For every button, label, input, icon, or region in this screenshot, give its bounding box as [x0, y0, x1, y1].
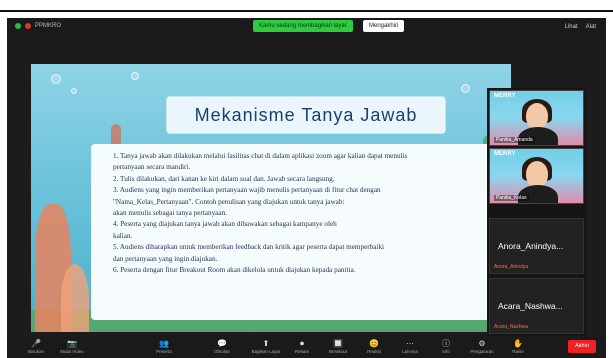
info-icon: ⓘ [442, 339, 450, 348]
bubble-decoration [51, 74, 61, 84]
sharing-banner: Kamu sedang membagikan layar [253, 20, 353, 32]
participant-name: Acara_Nashwa [494, 324, 528, 330]
breakout-button[interactable]: 🔲 Breakout [323, 339, 353, 357]
participant-tile[interactable]: MERRY Panitia_Amanda [489, 90, 584, 146]
raise-hand-button[interactable]: ✋ Raise [503, 339, 533, 357]
end-meeting-button[interactable]: Akhiri [568, 340, 596, 353]
slide-line: kalian. [113, 231, 133, 240]
participant-tile[interactable]: Anora_Anindya... Anora_Anindya [489, 218, 584, 274]
mute-button[interactable]: 🎤 Bisukan [21, 339, 51, 357]
slide-line: 2. Tulis dilakukan, dari kanan ke kiri d… [113, 174, 335, 183]
slide-line: "Nama_Kelas_Pertanyaan". Contoh penulisa… [113, 197, 345, 206]
share-screen-button[interactable]: ⬆ Bagikan Layar [251, 339, 281, 357]
participants-button[interactable]: 👥 Peserta [149, 339, 179, 357]
smile-icon: 😊 [369, 339, 379, 348]
background-text: MERRY [494, 151, 516, 157]
more-button[interactable]: ⋯ Lainnya [395, 339, 425, 357]
title-left: PPMKRO [15, 23, 61, 29]
title-bar: PPMKRO Kamu sedang membagikan layar Meng… [7, 18, 606, 40]
meeting-toolbar: 🎤 Bisukan 📷 Mulai Video 👥 Peserta 💬 Obrolan … [7, 336, 606, 358]
background-text: MERRY [494, 93, 516, 99]
slide-line: 6. Peserta dengan fitur Breakout Room ak… [113, 266, 356, 275]
view-button[interactable]: Lihat [565, 24, 578, 30]
security-icon[interactable] [15, 23, 21, 29]
gear-icon: ⚙ [478, 339, 486, 348]
slide-line: 4. Peserta yang diajukan tanya jawab aka… [113, 220, 337, 229]
microphone-icon: 🎤 [31, 339, 41, 348]
breakout-icon: 🔲 [333, 339, 343, 348]
slide-line: 5. Audiens diharapkan untuk memberikan f… [113, 243, 385, 252]
bubble-decoration [71, 88, 77, 94]
info-button[interactable]: ⓘ Info [431, 339, 461, 357]
chat-button[interactable]: 💬 Obrolan [207, 339, 237, 357]
participant-name: Anora_Anindya [494, 264, 529, 270]
tools-button[interactable]: Alat [586, 24, 596, 30]
slide-line: dan pertanyaan yang ingin diajukan. [113, 254, 218, 263]
coral-decoration [61, 264, 89, 332]
record-button[interactable]: ⏺ Rekam [287, 339, 317, 357]
share-icon: ⬆ [262, 339, 270, 348]
participant-tile[interactable]: MERRY Panitia_Kelas [489, 148, 584, 204]
slide-content: 1. Tanya jawab akan dilakukan melalui fa… [91, 144, 511, 320]
more-icon: ⋯ [406, 339, 414, 348]
participant-display-name: Anora_Anindya... [498, 241, 564, 251]
slide-line: 1. Tanya jawab akan dilakukan melalui fa… [113, 152, 408, 160]
divider-line [0, 10, 613, 12]
bubble-decoration [131, 72, 139, 80]
top-margin [0, 0, 613, 10]
camera-icon: 📷 [67, 339, 77, 348]
participant-tile[interactable]: Acara_Nashwa... Acara_Nashwa [489, 278, 584, 334]
participant-display-name: Acara_Nashwa... [498, 301, 563, 311]
slide-line: pertanyaan secara mandiri. [113, 163, 191, 172]
chat-icon: 💬 [217, 339, 227, 348]
participant-name: Panitia_Amanda [494, 137, 535, 143]
slide-title: Mekanisme Tanya Jawab [166, 96, 446, 134]
people-icon: 👥 [159, 339, 169, 348]
avatar-face [526, 161, 548, 187]
title-right: Lihat Alat [565, 24, 596, 30]
record-icon: ⏺ [300, 339, 304, 348]
avatar-face [526, 103, 548, 129]
meeting-label: PPMKRO [35, 23, 62, 29]
participant-gallery: MERRY Panitia_Amanda MERRY Panitia_Kelas… [487, 88, 586, 344]
reactions-button[interactable]: 😊 Reaksi [359, 339, 389, 357]
zoom-window: PPMKRO Kamu sedang membagikan layar Meng… [7, 18, 606, 358]
stop-share-button[interactable]: Mengakhiri [363, 20, 405, 32]
shared-slide: Mekanisme Tanya Jawab 1. Tanya jawab aka… [31, 64, 511, 332]
recording-icon [25, 23, 31, 29]
slide-line: 3. Audiens yang ingin memberikan pertany… [113, 186, 381, 195]
settings-button[interactable]: ⚙ Pengaturan [467, 339, 497, 357]
hand-icon: ✋ [513, 339, 523, 348]
video-button[interactable]: 📷 Mulai Video [57, 339, 87, 357]
slide-line: akan menulis sebagai tanya pertanyaan. [113, 209, 227, 218]
bubble-decoration [461, 84, 470, 93]
participant-name: Panitia_Kelas [494, 195, 529, 201]
